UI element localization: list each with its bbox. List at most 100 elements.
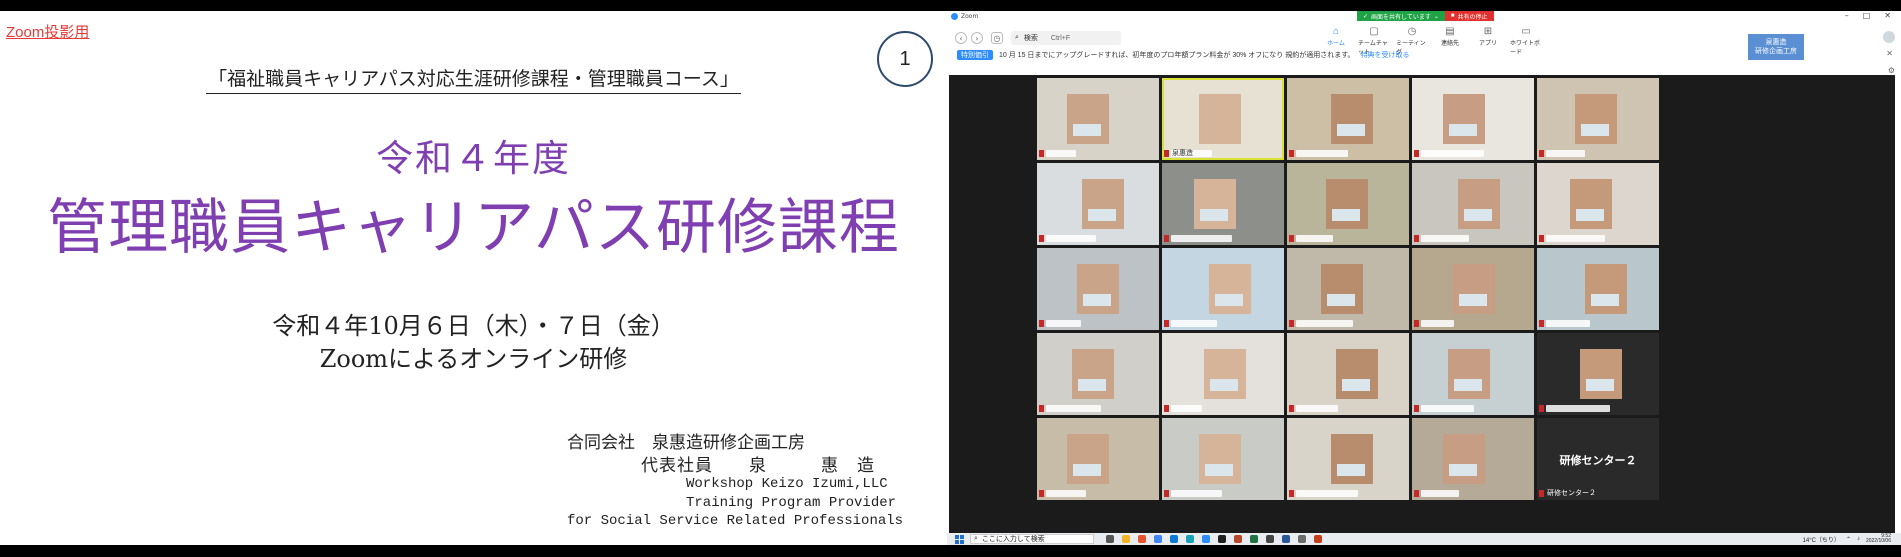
skype-icon[interactable] <box>1170 535 1178 543</box>
promo-link[interactable]: 特典を受け取る <box>1361 50 1410 60</box>
participant-tile[interactable] <box>1537 333 1659 415</box>
mic-muted-icon <box>1539 150 1544 157</box>
name-label-bar <box>1046 150 1076 157</box>
close-icon[interactable]: ✕ <box>1884 11 1891 20</box>
mic-muted-icon <box>1164 490 1169 497</box>
word-icon[interactable] <box>1282 535 1290 543</box>
face-mask <box>1337 464 1365 476</box>
forward-button[interactable]: › <box>971 32 983 44</box>
stop-icon: ■ <box>1450 13 1455 19</box>
participant-tile[interactable] <box>1287 248 1409 330</box>
explorer-icon[interactable] <box>1122 535 1130 543</box>
app-icon[interactable] <box>1266 535 1274 543</box>
blurred-face <box>1580 349 1622 399</box>
participant-tile[interactable] <box>1037 333 1159 415</box>
participant-tile[interactable] <box>1537 248 1659 330</box>
taskbar-search-input[interactable]: ⌕ ここに入力して検索 <box>970 534 1094 544</box>
name-label-bar <box>1046 320 1081 327</box>
top-border <box>0 0 1901 11</box>
blurred-face <box>1458 179 1500 229</box>
gear-icon[interactable]: ⚙ <box>1888 66 1895 75</box>
participant-tile[interactable] <box>1037 78 1159 160</box>
close-icon[interactable]: ✕ <box>1886 49 1893 58</box>
avatar[interactable] <box>1883 31 1895 43</box>
weather-text[interactable]: 14°C（ちり） <box>1803 535 1840 544</box>
face-mask <box>1200 209 1228 221</box>
zoom-projection-tag: Zoom投影用 <box>6 24 90 41</box>
edge-icon[interactable] <box>1186 535 1194 543</box>
mic-muted-icon <box>1289 150 1294 157</box>
tab-contacts[interactable]: ▤ 連絡先 <box>1434 26 1466 56</box>
clock[interactable]: 9:52 2022/10/06 <box>1866 534 1891 544</box>
participant-tile[interactable] <box>1412 78 1534 160</box>
participant-tile[interactable] <box>1037 163 1159 245</box>
face-mask <box>1581 124 1609 136</box>
chrome-icon[interactable] <box>1154 535 1162 543</box>
participant-tile[interactable] <box>1287 333 1409 415</box>
mic-muted-icon <box>1039 490 1044 497</box>
participant-tile[interactable] <box>1412 248 1534 330</box>
participant-tile[interactable] <box>1287 418 1409 500</box>
tab-apps[interactable]: ⊞ アプリ <box>1472 26 1504 56</box>
participant-tile[interactable] <box>1537 163 1659 245</box>
windows-start-icon[interactable] <box>955 534 964 544</box>
firefox-icon[interactable] <box>1138 535 1146 543</box>
face-mask <box>1449 464 1477 476</box>
stop-share-button[interactable]: ■ 共有の停止 <box>1444 11 1494 21</box>
face-mask <box>1078 379 1106 391</box>
face-mask <box>1088 209 1116 221</box>
minimize-icon[interactable]: – <box>1845 11 1849 20</box>
tab-whiteboard[interactable]: ▭ ホワイトボード <box>1510 26 1542 56</box>
participant-tile[interactable]: 泉惠造 <box>1162 78 1284 160</box>
mic-muted-icon <box>1414 405 1419 412</box>
app-icon[interactable] <box>1218 535 1226 543</box>
participant-tile[interactable]: 研修センター２ 研修センター２ <box>1537 418 1659 500</box>
blurred-face <box>1199 434 1241 484</box>
speaker-icon[interactable]: ♪ <box>1857 536 1860 542</box>
blurred-face <box>1443 434 1485 484</box>
participant-tile[interactable] <box>1412 333 1534 415</box>
participant-tile[interactable] <box>1287 78 1409 160</box>
name-label-bar <box>1046 490 1086 497</box>
search-icon: ⌕ <box>1015 34 1019 41</box>
participant-tile[interactable] <box>1037 248 1159 330</box>
excel-icon[interactable] <box>1250 535 1258 543</box>
brand-badge: 泉惠造 研修企画工房 <box>1748 34 1804 60</box>
back-button[interactable]: ‹ <box>955 32 967 44</box>
network-icon[interactable]: ⌃ <box>1846 536 1851 543</box>
participant-tile[interactable] <box>1412 163 1534 245</box>
face-mask <box>1327 294 1355 306</box>
participant-tile[interactable] <box>1162 248 1284 330</box>
mic-muted-icon <box>1289 235 1294 242</box>
app-icon[interactable] <box>1314 535 1322 543</box>
maximize-icon[interactable]: □ <box>1863 11 1871 20</box>
name-label-bar <box>1296 405 1338 412</box>
blurred-face <box>1585 264 1627 314</box>
search-input[interactable]: ⌕ 検索 Ctrl+F <box>1011 31 1121 45</box>
face-mask <box>1449 124 1477 136</box>
participant-tile[interactable] <box>1162 333 1284 415</box>
task-view-icon[interactable] <box>1106 535 1114 543</box>
app-icon[interactable] <box>1298 535 1306 543</box>
presentation-slide: Zoom投影用 1 「福祉職員キャリアパス対応生涯研修課程・管理職員コース」 令… <box>0 11 947 545</box>
face-mask <box>1210 379 1238 391</box>
participant-tile[interactable] <box>1537 78 1659 160</box>
window-title: Zoom <box>951 13 978 20</box>
participant-tile[interactable] <box>1162 163 1284 245</box>
mic-muted-icon <box>1414 150 1419 157</box>
participant-label: 研修センター２ <box>1547 490 1596 497</box>
english-line-1: Workshop Keizo Izumi,LLC <box>686 476 888 492</box>
participant-tile[interactable] <box>1287 163 1409 245</box>
share-status[interactable]: ✓ 画面を共有しています ⌄ <box>1357 11 1445 21</box>
name-label-bar <box>1546 405 1610 412</box>
participant-tile[interactable] <box>1412 418 1534 500</box>
zoom-app-icon[interactable] <box>1202 535 1210 543</box>
participant-tile[interactable] <box>1037 418 1159 500</box>
face-mask <box>1342 379 1370 391</box>
mic-muted-icon <box>1164 235 1169 242</box>
powerpoint-icon[interactable] <box>1234 535 1242 543</box>
history-icon[interactable]: ◷ <box>991 32 1003 44</box>
blurred-face <box>1204 349 1246 399</box>
participant-tile[interactable] <box>1162 418 1284 500</box>
course-subtitle: 「福祉職員キャリアパス対応生涯研修課程・管理職員コース」 <box>0 64 947 94</box>
